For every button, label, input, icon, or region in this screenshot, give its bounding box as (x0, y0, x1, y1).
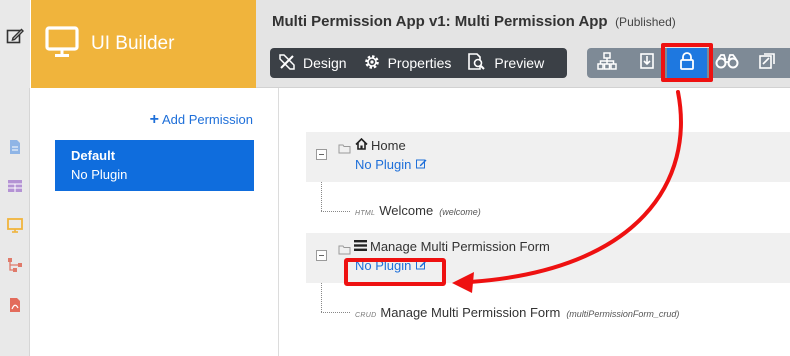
element-id: (welcome) (439, 207, 481, 217)
element-type-tag: HTML (355, 210, 376, 217)
preview-label: Preview (494, 55, 545, 71)
design-label: Design (303, 55, 347, 71)
document-icon[interactable] (6, 138, 24, 156)
page-title: Multi Permission App v1: Multi Permissio… (272, 13, 676, 31)
plus-icon: + (149, 111, 159, 128)
sitemap-button[interactable] (587, 48, 627, 78)
add-permission-link[interactable]: + Add Permission (150, 111, 253, 129)
ui-builder-window: UI Builder Multi Permission App v1: Mult… (0, 0, 790, 356)
tree-connector (321, 312, 350, 313)
node-label: Home (371, 138, 406, 153)
properties-label: Properties (387, 55, 452, 71)
left-icon-rail (0, 0, 30, 356)
export-icon (758, 52, 776, 75)
list-icon (354, 239, 370, 254)
node-title: Manage Multi Permission Form (354, 239, 550, 254)
app-title: Multi Permission App v1: Multi Permissio… (272, 13, 608, 30)
preview-icon (467, 52, 494, 74)
export-button[interactable] (747, 48, 787, 78)
highlight-box-lock (661, 43, 713, 82)
node-title: Home (355, 137, 406, 153)
tree-child-manage-form-crud[interactable]: CRUD Manage Multi Permission Form (multi… (355, 305, 679, 320)
gear-icon (363, 53, 388, 74)
binoculars-icon (715, 53, 739, 74)
folder-icon (338, 141, 351, 159)
app-name: UI Builder (91, 33, 175, 54)
permission-item-default[interactable]: Default No Plugin (55, 140, 254, 191)
element-name: Welcome (379, 203, 434, 218)
element-name: Manage Multi Permission Form (380, 305, 561, 320)
properties-button[interactable]: Properties (355, 48, 460, 78)
tree-connector (321, 211, 350, 212)
add-permission-label: Add Permission (161, 112, 253, 127)
no-plugin-link[interactable]: No Plugin (355, 157, 427, 172)
edit-icon[interactable] (6, 27, 24, 45)
collapse-toggle[interactable] (316, 250, 327, 261)
sitemap-icon (597, 51, 617, 75)
pdf-icon[interactable] (6, 296, 24, 314)
permission-plugin: No Plugin (71, 167, 128, 182)
preview-button[interactable]: Preview (459, 48, 552, 78)
collapse-toggle[interactable] (316, 149, 327, 160)
binoculars-button[interactable] (707, 48, 747, 78)
design-button[interactable]: Design (270, 48, 355, 78)
permissions-panel: + Add Permission Default No Plugin (31, 88, 279, 356)
highlight-box-plugin (344, 258, 446, 286)
monitor-icon (45, 25, 79, 63)
monitor-icon[interactable] (6, 216, 24, 234)
plugin-label: No Plugin (355, 157, 412, 172)
table-icon[interactable] (6, 177, 24, 195)
page-tree-panel: Home No Plugin HTML Welcome (welcome) Ma… (280, 89, 790, 356)
node-label: Manage Multi Permission Form (370, 239, 550, 254)
status-label: (Published) (615, 15, 676, 29)
element-type-tag: CRUD (355, 312, 377, 319)
main-toolbar: Design Properties Preview (270, 48, 567, 78)
tree-node-home[interactable]: Home No Plugin (306, 132, 790, 182)
design-tools-icon (278, 53, 303, 74)
tree-icon[interactable] (6, 256, 24, 274)
brand-header: UI Builder (31, 0, 256, 88)
permission-name: Default (71, 148, 116, 163)
import-icon (639, 52, 655, 75)
home-icon (355, 137, 371, 153)
edit-icon (411, 157, 427, 172)
element-id: (multiPermissionForm_crud) (566, 309, 680, 319)
tree-child-welcome[interactable]: HTML Welcome (welcome) (355, 203, 481, 218)
